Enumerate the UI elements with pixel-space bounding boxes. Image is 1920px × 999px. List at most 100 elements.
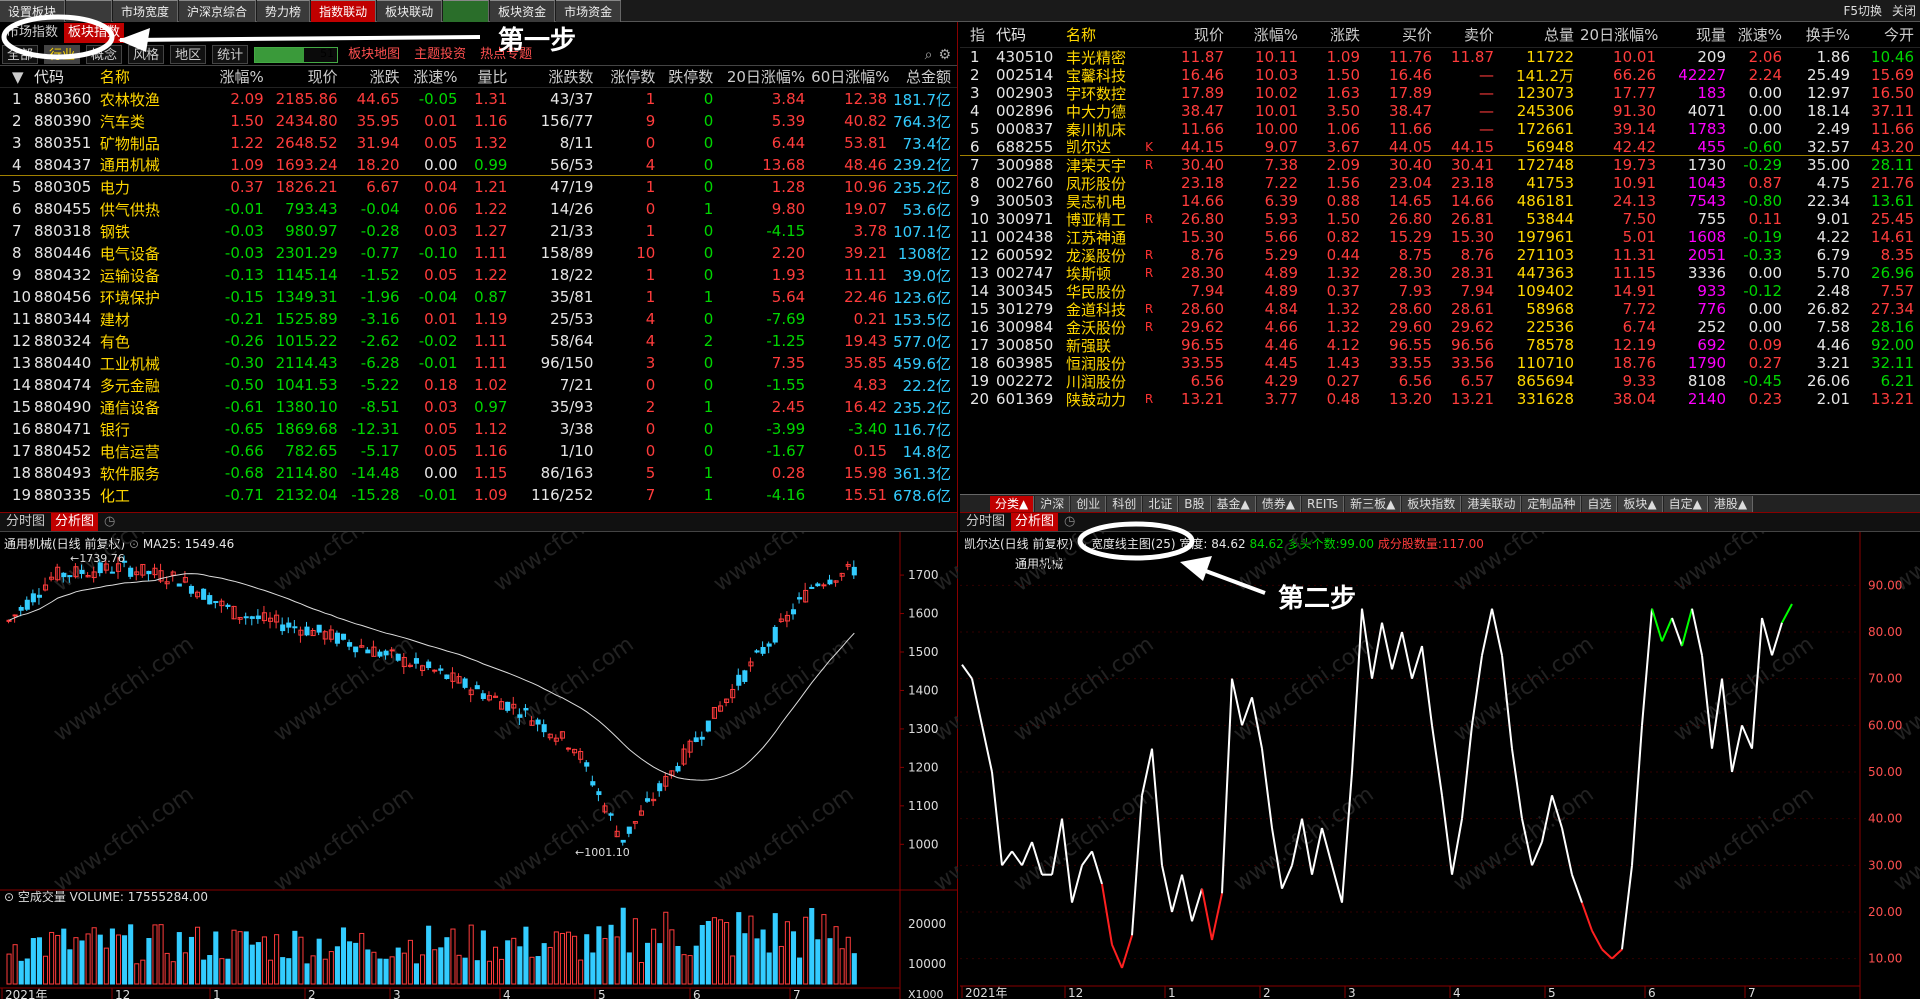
right-header-10[interactable]: 20日涨幅% bbox=[1580, 24, 1662, 45]
left-header-9[interactable]: 涨停数 bbox=[599, 66, 661, 87]
table-row[interactable]: 1 880360 农林牧渔 2.09 2185.86 44.65 -0.05 1.31 43/3… bbox=[0, 88, 957, 110]
table-row[interactable]: 3 880351 矿物制品 1.22 2648.52 31.94 0.05 1.32 8/11 0… bbox=[0, 132, 957, 154]
right-header-0[interactable]: 指 bbox=[960, 24, 990, 45]
left-header-3[interactable]: 涨幅% bbox=[198, 66, 270, 87]
tab-sector-index[interactable]: 板块指数 bbox=[64, 23, 125, 43]
top-tab-4[interactable]: 势力榜 bbox=[257, 0, 311, 22]
table-row[interactable]: 9 300503 昊志机电 14.66 6.39 0.88 14.65 14.66 486181… bbox=[960, 192, 1920, 211]
table-row[interactable]: 7 300988 津荣天宇 R 30.40 7.38 2.09 30.40 30.41 17274… bbox=[960, 156, 1920, 175]
table-row[interactable]: 16 880471 银行 -0.65 1869.68 -12.31 0.05 1.12 3/38… bbox=[0, 418, 957, 440]
table-row[interactable]: 2 880390 汽车类 1.50 2434.80 35.95 0.01 1.16 156/77… bbox=[0, 110, 957, 132]
top-tab-6[interactable]: 板块联动 bbox=[377, 0, 443, 22]
table-row[interactable]: 4 002896 中大力德 38.47 10.01 3.50 38.47—245306 91.… bbox=[960, 102, 1920, 121]
gear-icon[interactable]: ⚙ bbox=[938, 47, 957, 63]
market-tab-16[interactable]: 港股▲ bbox=[1708, 495, 1754, 512]
table-row[interactable]: 15 880490 通信设备 -0.61 1380.10 -8.51 0.03 0.97 35/… bbox=[0, 396, 957, 418]
close-button[interactable]: 关闭 bbox=[1892, 0, 1916, 22]
table-row[interactable]: 12 880324 有色 -0.26 1015.22 -2.62 -0.02 1.11 58/6… bbox=[0, 330, 957, 352]
top-tab-5[interactable]: 指数联动 bbox=[311, 0, 377, 22]
market-tab-3[interactable]: 科创 bbox=[1107, 495, 1143, 512]
breadth-chart[interactable]: www.cfchi.com www.cfchi.com www.cfchi.com w… bbox=[960, 532, 1920, 999]
right-header-5[interactable]: 涨幅% bbox=[1230, 24, 1304, 45]
table-row[interactable]: 2 002514 宝馨科技 16.46 10.03 1.50 16.46—141.2万 66.… bbox=[960, 66, 1920, 85]
top-tab-1[interactable] bbox=[66, 0, 113, 22]
right-header-13[interactable]: 换手% bbox=[1788, 24, 1856, 45]
market-tab-5[interactable]: B股 bbox=[1179, 495, 1211, 512]
link-theme-invest[interactable]: 主题投资 bbox=[410, 45, 470, 64]
top-tab-7[interactable] bbox=[443, 0, 490, 22]
table-row[interactable]: 8 880446 电气设备 -0.03 2301.29 -0.77 -0.10 1.11 158… bbox=[0, 242, 957, 264]
left-header-10[interactable]: 跌停数 bbox=[661, 66, 719, 87]
table-row[interactable]: 13 002747 埃斯顿 R 28.30 4.89 1.32 28.30 28.31 44736… bbox=[960, 264, 1920, 283]
table-row[interactable]: 13 880440 工业机械 -0.30 2114.43 -6.28 -0.01 1.11 96… bbox=[0, 352, 957, 374]
right-header-4[interactable]: 现价 bbox=[1162, 24, 1230, 45]
table-row[interactable]: 19 002272 川润股份 6.56 4.29 0.27 6.56 6.57 865694 9.… bbox=[960, 372, 1920, 391]
market-tab-9[interactable]: 新三板▲ bbox=[1345, 495, 1402, 512]
tab-analysis[interactable]: 分析图 bbox=[51, 513, 99, 531]
table-row[interactable]: 5 880305 电力 0.37 1826.21 6.67 0.04 1.21 47/19 1 0 1… bbox=[0, 176, 957, 198]
right-header-6[interactable]: 涨跌 bbox=[1304, 24, 1366, 45]
table-row[interactable]: 11 880344 建材 -0.21 1525.89 -3.16 0.01 1.19 25/53… bbox=[0, 308, 957, 330]
market-tab-11[interactable]: 港美联动 bbox=[1462, 495, 1522, 512]
table-row[interactable]: 7 880318 钢铁 -0.03 980.97 -0.28 0.03 1.27 21/33 1 0… bbox=[0, 220, 957, 242]
right-header-2[interactable]: 名称 bbox=[1066, 24, 1142, 45]
page-scroll-input[interactable]: 51 bbox=[254, 46, 339, 63]
table-row[interactable]: 6 880455 供气供热 -0.01 793.43 -0.04 0.06 1.22 14/26… bbox=[0, 198, 957, 220]
filter-region[interactable]: 地区 bbox=[170, 45, 207, 64]
table-row[interactable]: 19 880335 化工 -0.71 2132.04 -15.28 -0.01 1.09 116… bbox=[0, 484, 957, 506]
table-row[interactable]: 8 002760 凤形股份 23.18 7.22 1.56 23.04 23.18 41753 1… bbox=[960, 174, 1920, 193]
left-header-13[interactable]: 总金额 bbox=[893, 66, 957, 87]
left-header-12[interactable]: 60日涨幅% bbox=[811, 66, 893, 87]
link-sector-map[interactable]: 板块地图 bbox=[344, 45, 404, 64]
top-tab-3[interactable]: 沪深京综合 bbox=[179, 0, 257, 22]
table-row[interactable]: 17 880452 电信运营 -0.66 782.65 -5.17 0.05 1.16 1/10… bbox=[0, 440, 957, 462]
filter-industry[interactable]: 行业 bbox=[44, 45, 81, 64]
market-tab-14[interactable]: 板块▲ bbox=[1618, 495, 1663, 512]
market-tab-12[interactable]: 定制品种 bbox=[1522, 495, 1582, 512]
right-header-14[interactable]: 今开 bbox=[1856, 24, 1920, 45]
table-row[interactable]: 6 688255 凯尔达 K 44.15 9.07 3.67 44.05 44.15 56948 4… bbox=[960, 138, 1920, 156]
left-header-0[interactable]: ▼ bbox=[0, 68, 34, 86]
market-tab-4[interactable]: 北证 bbox=[1143, 495, 1179, 512]
table-row[interactable]: 16 300984 金沃股份 R 29.62 4.66 1.32 29.60 29.62 2253… bbox=[960, 318, 1920, 337]
table-row[interactable]: 10 880456 环境保护 -0.15 1349.31 -1.96 -0.04 0.87 35… bbox=[0, 286, 957, 308]
tab-analysis-right[interactable]: 分析图 bbox=[1011, 513, 1059, 531]
right-header-12[interactable]: 涨速% bbox=[1732, 24, 1788, 45]
tab-intraday[interactable]: 分时图 bbox=[2, 513, 49, 531]
market-tab-10[interactable]: 板块指数 bbox=[1402, 495, 1462, 512]
kline-chart[interactable]: www.cfchi.com www.cfchi.com www.cfchi.com w… bbox=[0, 532, 958, 999]
table-row[interactable]: 4 880437 通用机械 1.09 1693.24 18.20 0.00 0.99 56/53… bbox=[0, 154, 957, 176]
left-header-11[interactable]: 20日涨幅% bbox=[719, 66, 811, 87]
switch-button[interactable]: F5切换 bbox=[1843, 0, 1882, 22]
table-row[interactable]: 17 300850 新强联 96.55 4.46 4.12 96.55 96.56 78578 1… bbox=[960, 336, 1920, 355]
right-header-11[interactable]: 现量 bbox=[1662, 24, 1732, 45]
right-header-9[interactable]: 总量 bbox=[1500, 24, 1580, 45]
market-tab-2[interactable]: 创业 bbox=[1071, 495, 1107, 512]
table-row[interactable]: 14 880474 多元金融 -0.50 1041.53 -5.22 0.18 1.02 7/2… bbox=[0, 374, 957, 396]
left-header-6[interactable]: 涨速% bbox=[406, 66, 464, 87]
clock-icon[interactable]: ◷ bbox=[1060, 513, 1079, 531]
table-row[interactable]: 10 300971 博亚精工 R 26.80 5.93 1.50 26.80 26.81 5384… bbox=[960, 210, 1920, 229]
market-tab-13[interactable]: 自选 bbox=[1582, 495, 1618, 512]
top-tab-2[interactable]: 市场宽度 bbox=[113, 0, 179, 22]
market-tab-1[interactable]: 沪深 bbox=[1035, 495, 1071, 512]
table-row[interactable]: 11 002438 江苏神通 15.30 5.66 0.82 15.29 15.30 19796… bbox=[960, 228, 1920, 247]
table-row[interactable]: 15 301279 金道科技 R 28.60 4.84 1.32 28.60 28.61 5896… bbox=[960, 300, 1920, 319]
table-row[interactable]: 3 002903 宇环数控 17.89 10.02 1.63 17.89—123073 17.… bbox=[960, 84, 1920, 103]
left-header-2[interactable]: 名称 bbox=[98, 66, 198, 87]
top-tab-8[interactable]: 板块资金 bbox=[490, 0, 556, 22]
table-row[interactable]: 18 603985 恒润股份 33.55 4.45 1.43 33.55 33.56 11071… bbox=[960, 354, 1920, 373]
table-row[interactable]: 14 300345 华民股份 7.94 4.89 0.37 7.93 7.94 109402 14… bbox=[960, 282, 1920, 301]
table-row[interactable]: 1 430510 丰光精密 11.87 10.11 1.09 11.76 11.87 11722… bbox=[960, 48, 1920, 67]
market-tab-7[interactable]: 债券▲ bbox=[1256, 495, 1301, 512]
left-header-4[interactable]: 现价 bbox=[270, 66, 344, 87]
tab-market-index[interactable]: 市场指数 bbox=[2, 23, 62, 43]
right-header-7[interactable]: 买价 bbox=[1366, 24, 1438, 45]
table-row[interactable]: 18 880493 软件服务 -0.68 2114.80 -14.48 0.00 1.15 86… bbox=[0, 462, 957, 484]
filter-all[interactable]: 全部 bbox=[2, 45, 39, 64]
market-tab-15[interactable]: 自定▲ bbox=[1663, 495, 1708, 512]
table-row[interactable]: 20 601369 陕鼓动力 R 13.21 3.77 0.48 13.20 13.21 3316… bbox=[960, 390, 1920, 409]
left-header-7[interactable]: 量比 bbox=[464, 66, 514, 87]
top-tab-9[interactable]: 市场资金 bbox=[556, 0, 622, 22]
left-header-8[interactable]: 涨跌数 bbox=[513, 66, 599, 87]
